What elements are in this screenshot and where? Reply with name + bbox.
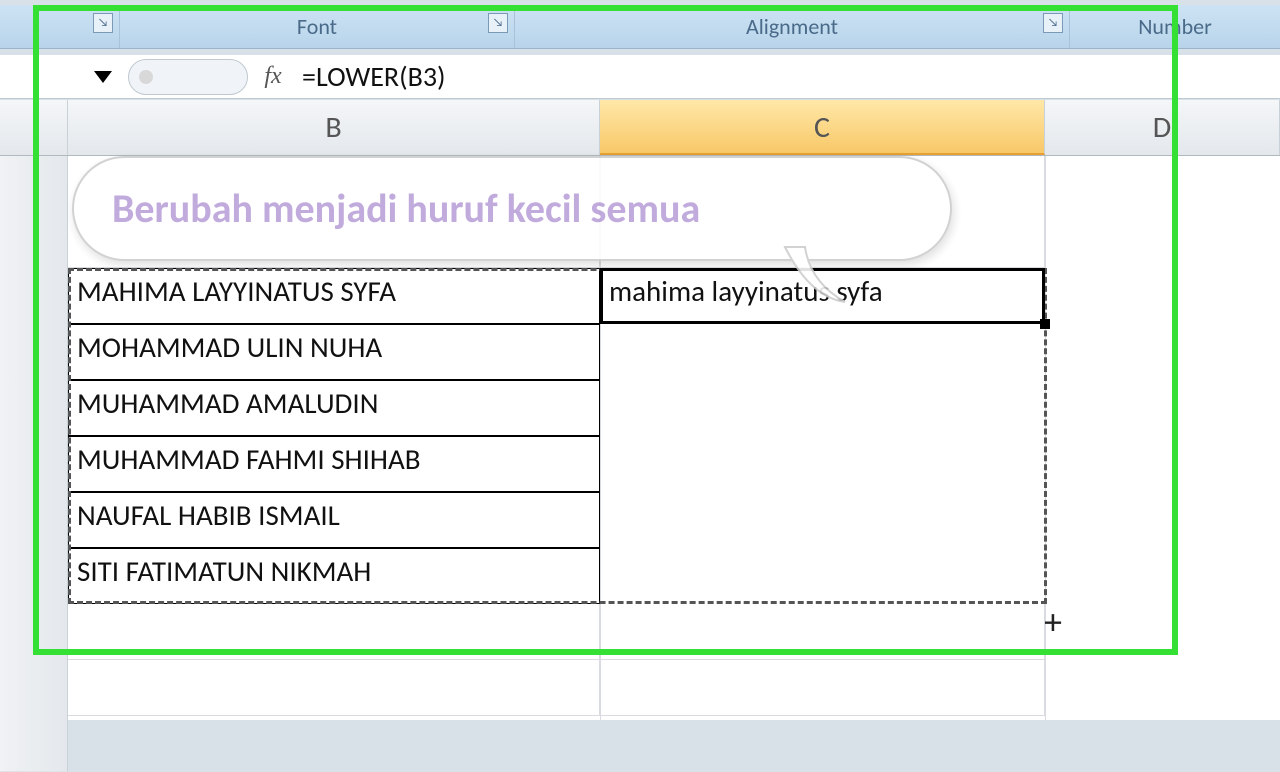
cell-c8[interactable] (600, 548, 1045, 604)
row-headers[interactable] (0, 156, 68, 772)
cell-c6[interactable] (600, 436, 1045, 492)
fill-cursor-icon: + (1044, 600, 1062, 644)
cell-b8[interactable]: SITI FATIMATUN NIKMAH (68, 548, 600, 604)
cancel-icon[interactable] (139, 70, 153, 84)
ribbon-group-alignment: Alignment ↘ (515, 5, 1070, 48)
dialog-launcher-icon[interactable]: ↘ (1043, 13, 1063, 33)
dialog-launcher-icon[interactable]: ↘ (488, 13, 508, 33)
cell-c9[interactable] (600, 604, 1045, 660)
column-header-d[interactable]: D (1045, 100, 1280, 155)
ribbon-group-label: Font (297, 13, 337, 40)
gridline (1045, 156, 1046, 720)
ribbon-group-clipboard: ↘ (0, 5, 120, 48)
callout-tail-icon (780, 247, 840, 297)
namebox-dropdown[interactable] (85, 55, 120, 99)
cell-c5[interactable] (600, 380, 1045, 436)
column-header-b[interactable]: B (68, 100, 600, 155)
ribbon-group-font: Font ↘ (120, 5, 515, 48)
callout-text: Berubah menjadi huruf kecil semua (112, 184, 700, 233)
formula-input[interactable]: =LOWER(B3) (294, 55, 1280, 98)
cell-b9[interactable] (68, 604, 600, 660)
ribbon-groups: ↘ Font ↘ Alignment ↘ Number (0, 5, 1280, 49)
cell-b4[interactable]: MOHAMMAD ULIN NUHA (68, 324, 600, 380)
ribbon-group-label: Number (1138, 13, 1212, 40)
cell-b7[interactable]: NAUFAL HABIB ISMAIL (68, 492, 600, 548)
cell-c7[interactable] (600, 492, 1045, 548)
column-header-c[interactable]: C (600, 100, 1045, 155)
cell-b5[interactable]: MUHAMMAD AMALUDIN (68, 380, 600, 436)
cell-c10[interactable] (600, 660, 1045, 716)
column-headers: B C D (0, 100, 1280, 156)
annotation-callout: Berubah menjadi huruf kecil semua (72, 156, 952, 261)
select-all-corner[interactable] (0, 100, 68, 155)
fx-icon[interactable]: fx (252, 63, 294, 90)
cell-b3[interactable]: MAHIMA LAYYINATUS SYFA (68, 268, 600, 324)
cell-c4[interactable] (600, 324, 1045, 380)
ribbon-group-number: Number (1070, 5, 1280, 48)
cell-b6[interactable]: MUHAMMAD FAHMI SHIHAB (68, 436, 600, 492)
cell-b10[interactable] (68, 660, 600, 716)
formula-bar: fx =LOWER(B3) (0, 55, 1280, 99)
dialog-launcher-icon[interactable]: ↘ (93, 13, 113, 33)
ribbon-group-label: Alignment (746, 13, 838, 40)
formula-edit-controls (128, 59, 248, 95)
